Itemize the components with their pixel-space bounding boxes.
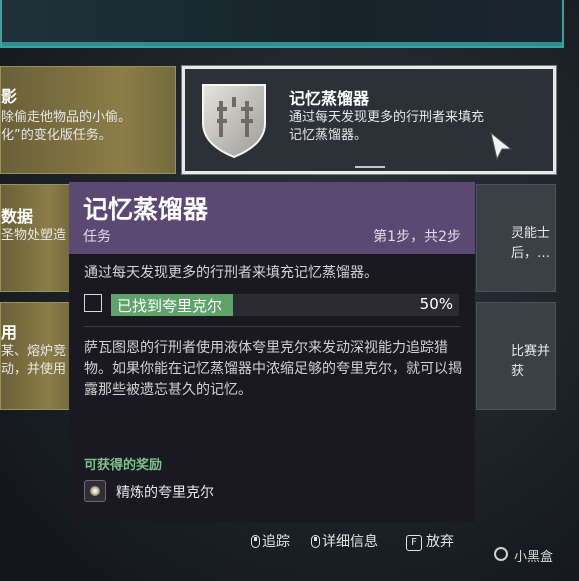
- reward-item-name: 精炼的夸里克尔: [116, 485, 214, 501]
- keyboard-key-icon: F: [406, 535, 422, 551]
- tooltip-step: 第1步，共2步: [373, 229, 461, 245]
- card-text-line1: 除偷走他物品的小偷。: [1, 110, 132, 125]
- quest-card-middle-right[interactable]: 灵能士 后，…: [476, 184, 556, 292]
- top-banner[interactable]: [0, 0, 564, 48]
- card-text-line2: 记忆蒸馏器。: [289, 128, 368, 143]
- top-banner-bar: [2, 42, 562, 46]
- hint-track-label: 追踪: [262, 534, 290, 550]
- mouse-icon: [311, 535, 320, 548]
- tooltip-body: 通过每天发现更多的行刑者来填充记忆蒸馏器。 已找到夸里克尔 50% 萨瓦图恩的行…: [69, 254, 475, 523]
- objective-progress-bar: 已找到夸里克尔 50%: [111, 294, 459, 316]
- watermark-logo-icon: [494, 547, 508, 561]
- card-text-line2: 化”的变化版任务。: [1, 128, 112, 143]
- card-text-line1: 圣物处塑造: [1, 228, 67, 243]
- card-text-line1: 通过每天发现更多的行刑者来填充: [289, 110, 485, 125]
- mouse-icon: [251, 535, 260, 548]
- card-text-line2: 动，并使用: [1, 362, 67, 377]
- hint-track[interactable]: 追踪: [251, 531, 290, 551]
- tooltip-type: 任务: [83, 229, 111, 245]
- hint-details[interactable]: 详细信息: [311, 531, 378, 551]
- quest-card-middle-left[interactable]: 数据 圣物处塑造: [0, 184, 70, 292]
- cursor-icon: [490, 131, 513, 161]
- objective-percent: 50%: [419, 295, 453, 313]
- quest-card-memory-distiller[interactable]: 记忆蒸馏器 通过每天发现更多的行刑者来填充 记忆蒸馏器。: [182, 66, 556, 174]
- card-text-line2: 获: [511, 364, 525, 379]
- card-title: 用: [1, 323, 18, 342]
- card-title: 记忆蒸馏器: [289, 89, 370, 108]
- watermark-text: 小黑盒: [514, 550, 554, 565]
- reward-item-icon: [84, 480, 106, 502]
- tooltip-lore: 萨瓦图恩的行刑者使用液体夸里克尔来发动深视能力追踪猎物。如果你能在记忆蒸馏器中浓…: [84, 340, 462, 398]
- quest-tooltip: 记忆蒸馏器 任务 第1步，共2步 通过每天发现更多的行刑者来填充记忆蒸馏器。 已…: [69, 182, 475, 523]
- tooltip-title: 记忆蒸馏器: [83, 195, 209, 224]
- card-text-line2: 后，…: [511, 246, 551, 261]
- quest-card-bottom-left[interactable]: 用 某、熔炉竞 动，并使用: [0, 302, 70, 410]
- memory-distiller-emblem-icon: [202, 84, 266, 159]
- quest-card-bottom-right[interactable]: 比赛并 获: [476, 302, 556, 410]
- tooltip-header: 记忆蒸馏器 任务 第1步，共2步: [69, 182, 475, 254]
- hint-abandon[interactable]: F 放弃: [406, 531, 454, 551]
- hint-abandon-label: 放弃: [426, 534, 454, 550]
- card-text-line1: 比赛并: [511, 344, 551, 359]
- card-text-line1: 灵能士: [511, 226, 551, 241]
- rewards-heading: 可获得的奖励: [84, 458, 163, 473]
- objective-label: 已找到夸里克尔: [117, 297, 223, 315]
- objective-checkbox: [84, 294, 102, 312]
- hint-details-label: 详细信息: [322, 534, 378, 550]
- card-text-line1: 某、熔炉竞: [1, 344, 67, 359]
- card-progress-indicator: [355, 166, 385, 168]
- quest-card-top-left[interactable]: 影 除偷走他物品的小偷。 化”的变化版任务。: [0, 66, 176, 174]
- card-title: 影: [1, 87, 18, 106]
- tooltip-description: 通过每天发现更多的行刑者来填充记忆蒸馏器。: [84, 265, 378, 281]
- divider: [84, 326, 460, 327]
- card-title: 数据: [1, 207, 34, 226]
